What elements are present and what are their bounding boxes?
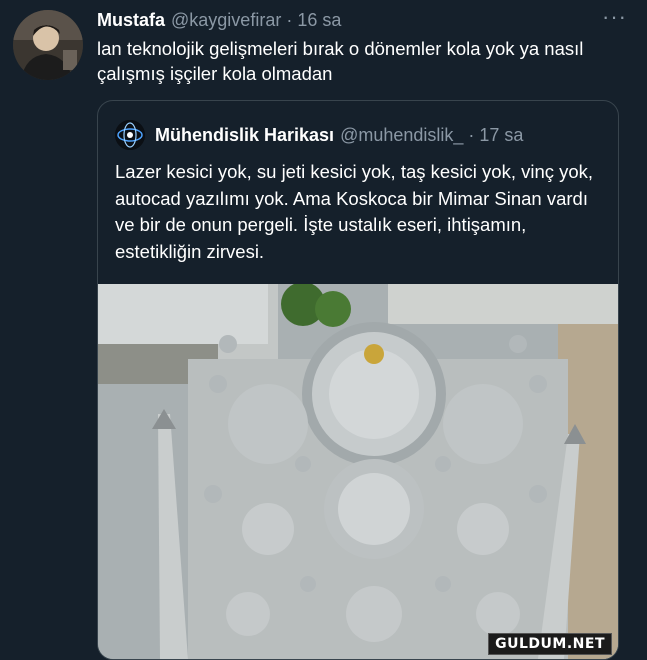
quoted-tweet[interactable]: Mühendislik Harikası @muhendislik_ · 17 …: [97, 100, 619, 660]
mosque-photo[interactable]: GULDUM.NET: [98, 284, 618, 659]
watermark-logo: GULDUM.NET: [488, 633, 612, 655]
quoted-tweet-header: Mühendislik Harikası @muhendislik_ · 17 …: [115, 120, 608, 150]
quoted-author-handle: @muhendislik_: [340, 124, 464, 145]
author-avatar[interactable]: [13, 10, 83, 80]
quoted-separator-dot: ·: [468, 124, 475, 145]
tweet-header: Mustafa @kaygivefirar · 16 sa ···: [97, 6, 627, 32]
quoted-author-name: Mühendislik Harikası: [155, 124, 335, 145]
more-horizontal-icon[interactable]: ···: [602, 6, 627, 28]
tweet-time[interactable]: 16 sa: [297, 10, 341, 31]
quoted-tweet-text: Lazer kesici yok, su jeti kesici yok, ta…: [115, 161, 594, 262]
author-name[interactable]: Mustafa: [97, 10, 165, 31]
author-handle[interactable]: @kaygivefirar: [171, 10, 281, 31]
tweet-text: lan teknolojik gelişmeleri bırak o dönem…: [97, 38, 584, 84]
quoted-tweet-time: 17 sa: [479, 124, 524, 145]
quoted-author-avatar: [115, 120, 145, 150]
separator-dot: ·: [286, 9, 293, 30]
